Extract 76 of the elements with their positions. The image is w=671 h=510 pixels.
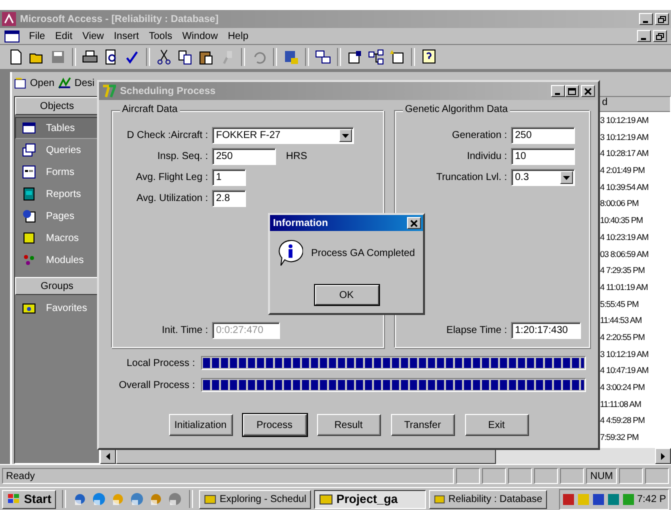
input-field[interactable]: 2.8 — [212, 190, 246, 207]
input-field[interactable]: 10 — [511, 148, 575, 165]
section-header[interactable]: Objects — [15, 97, 99, 115]
dialog-button[interactable]: Transfer — [390, 414, 454, 436]
menu-item[interactable]: Insert — [112, 30, 140, 42]
menu-item[interactable]: Window — [181, 30, 219, 42]
table-cell-text: 4 7:29:35 PM — [600, 264, 646, 278]
group-title: Genetic Algorithm Data — [403, 104, 510, 115]
section-header[interactable]: Groups — [15, 277, 99, 295]
sidebar-item[interactable]: Favorites — [15, 297, 99, 319]
dropdown[interactable]: 0.3 — [511, 169, 575, 186]
dropdown[interactable]: FOKKER F-27 — [212, 127, 354, 144]
field-label: Avg. Utilization : — [135, 193, 208, 204]
column-header[interactable]: d — [600, 97, 670, 112]
input-field[interactable]: 250 — [212, 148, 276, 165]
dialog-button[interactable]: Result — [316, 414, 380, 436]
table-cell-text: 4 10:28:17 AM — [600, 147, 650, 160]
sidebar-item[interactable]: Forms — [15, 161, 99, 183]
progress-label: Overall Process : — [118, 380, 195, 390]
table-cell-text: 4 11:01:19 AM — [600, 280, 649, 294]
dialog-button[interactable]: Exit — [464, 414, 528, 436]
field-label: Individu : — [466, 151, 507, 162]
table-cell-text: 4 2:20:55 PM — [600, 330, 646, 344]
field-label: Avg. Flight Leg : — [134, 172, 208, 183]
dialog-button[interactable]: Process — [242, 414, 306, 436]
table-cell-text: 7:59:32 PM — [600, 431, 640, 444]
table-cell-text: 03 8:06:59 AM — [600, 248, 650, 260]
start-button[interactable]: Start — [2, 490, 56, 508]
field-label: D Check :Aircraft : — [126, 130, 208, 141]
sidebar-item[interactable]: Tables — [15, 117, 99, 139]
message-text: Process GA Completed — [311, 248, 415, 258]
table-cell-text: 3 10:12:19 AM — [600, 114, 650, 127]
dialog-title: Information — [273, 218, 329, 228]
table-cell-text: 4 10:39:54 AM — [600, 180, 650, 194]
ok-button[interactable]: OK — [314, 285, 378, 305]
table-cell-text: 11:44:53 AM — [600, 314, 643, 328]
field-label: Generation : — [450, 130, 507, 141]
table-cell-text: 3 10:12:19 AM — [600, 130, 650, 144]
input-field[interactable]: 250 — [511, 127, 575, 144]
field-label: Init. Time : — [160, 325, 208, 336]
dialog-title: Scheduling Process — [120, 86, 217, 96]
sidebar-item[interactable]: Macros — [15, 227, 99, 249]
table-cell-text: 10:40:35 PM — [600, 214, 644, 228]
status-text: Ready — [2, 468, 454, 484]
dialog-button[interactable]: Initialization — [168, 414, 232, 436]
clock: 7:42 P — [637, 494, 666, 504]
menu-item[interactable]: View — [81, 30, 105, 42]
status-indicator: NUM — [586, 468, 617, 484]
table-cell-text: 4 4:59:28 PM — [600, 414, 646, 428]
table-cell-text: 11:11:08 AM — [600, 398, 642, 411]
table-cell-text: 4 3:00:24 PM — [600, 381, 646, 394]
menu-item[interactable]: Help — [226, 30, 250, 42]
taskbar-button[interactable]: Project_ga — [314, 490, 426, 508]
menu-item[interactable]: Edit — [54, 30, 74, 42]
table-cell-text: 8:00:06 PM — [600, 197, 640, 210]
table-cell-text: 3 10:12:19 AM — [600, 348, 650, 361]
sidebar-item[interactable]: Modules — [15, 249, 99, 271]
field-label: Elapse Time : — [445, 325, 507, 336]
window-title: Microsoft Access - [Reliability : Database] — [20, 14, 220, 24]
taskbar-button[interactable]: Exploring - Schedul — [199, 490, 312, 508]
group-title: Aircraft Data — [120, 104, 180, 115]
open-button[interactable]: Open — [14, 77, 54, 89]
field-label: Insp. Seq. : — [156, 151, 208, 162]
table-cell-text: 4 10:47:19 AM — [600, 364, 650, 378]
table-cell-text: 5:55:45 PM — [600, 298, 640, 311]
design-button[interactable]: Desi — [58, 77, 94, 89]
input-field[interactable]: 1 — [212, 169, 246, 186]
taskbar-button[interactable]: Reliability : Database — [429, 490, 548, 508]
field-label: Truncation Lvl. : — [435, 172, 507, 183]
unit-label: HRS — [286, 151, 308, 162]
input-field[interactable]: 1:20:17:430 — [511, 322, 581, 339]
menu-item[interactable]: File — [28, 30, 46, 42]
table-cell-text: 4 2:01:49 PM — [600, 164, 646, 178]
table-cell-text: 4 10:23:19 AM — [600, 230, 650, 244]
progress-label: Local Process : — [126, 358, 195, 368]
menu-item[interactable]: Tools — [148, 30, 174, 42]
